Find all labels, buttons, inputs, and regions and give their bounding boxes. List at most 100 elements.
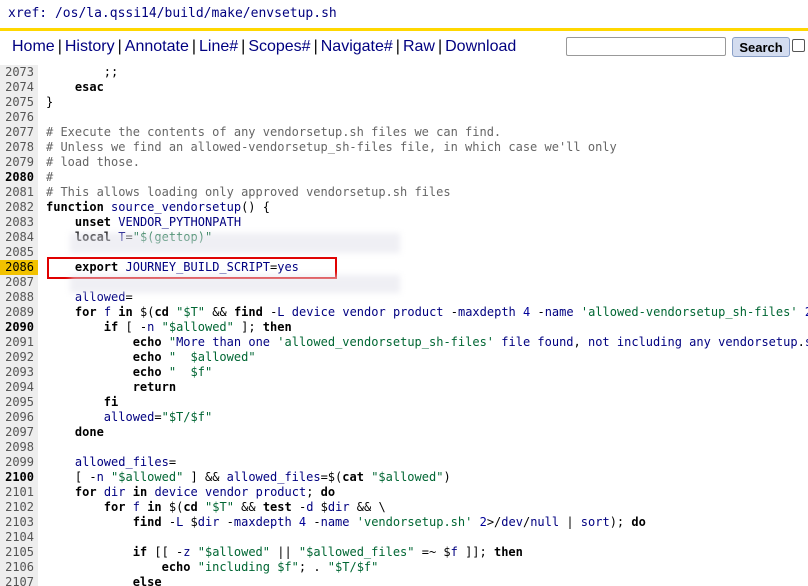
nav-separator: | bbox=[395, 38, 400, 55]
code-text: for f in $(cd "$T" && test -d $dir && \ bbox=[103, 500, 386, 514]
line-number[interactable]: 2092 bbox=[0, 350, 38, 365]
line-number[interactable]: 2074 bbox=[0, 80, 38, 95]
code-text: return bbox=[132, 380, 177, 394]
line-number[interactable]: 2075 bbox=[0, 95, 38, 110]
nav-line[interactable]: Line# bbox=[199, 38, 238, 55]
code-line: 2105 if [[ -z "$allowed" || "$allowed_fi… bbox=[0, 545, 808, 560]
line-number[interactable]: 2081 bbox=[0, 185, 38, 200]
code-line: 2096 allowed="$T/$f" bbox=[0, 410, 808, 425]
code-text: unset VENDOR_PYTHONPATH bbox=[74, 215, 242, 229]
line-number[interactable]: 2087 bbox=[0, 275, 38, 290]
code-line: 2097 done bbox=[0, 425, 808, 440]
code-line: 2102 for f in $(cd "$T" && test -d $dir … bbox=[0, 500, 808, 515]
code-text: # Execute the contents of any vendorsetu… bbox=[46, 125, 502, 139]
line-number[interactable]: 2095 bbox=[0, 395, 38, 410]
line-number[interactable]: 2083 bbox=[0, 215, 38, 230]
code-line: 2081 # This allows loading only approved … bbox=[0, 185, 808, 200]
line-number[interactable]: 2099 bbox=[0, 455, 38, 470]
code-text: if [ -n "$allowed" ]; then bbox=[103, 320, 292, 334]
code-text: allowed_files= bbox=[74, 455, 177, 469]
code-line: 2087 bbox=[0, 275, 808, 290]
code-line: 2088 allowed= bbox=[0, 290, 808, 305]
code-text: function source_vendorsetup() { bbox=[46, 200, 270, 214]
code-text: allowed="$T/$f" bbox=[103, 410, 213, 424]
line-number[interactable]: 2094 bbox=[0, 380, 38, 395]
nav-annotate[interactable]: Annotate bbox=[125, 38, 189, 55]
search-input[interactable] bbox=[566, 37, 726, 56]
code-line: 2073 ;; bbox=[0, 65, 808, 80]
nav-history[interactable]: History bbox=[65, 38, 115, 55]
nav-download[interactable]: Download bbox=[445, 38, 516, 55]
code-line: 2082 function source_vendorsetup() { bbox=[0, 200, 808, 215]
line-number[interactable]: 2100 bbox=[0, 470, 38, 485]
breadcrumb-path[interactable]: /os/la.qssi14/build/make/envsetup.sh bbox=[55, 6, 337, 21]
code-text: if [[ -z "$allowed" || "$allowed_files" … bbox=[132, 545, 523, 559]
code-line: 2091 echo "More than one 'allowed_vendor… bbox=[0, 335, 808, 350]
line-number[interactable]: 2084 bbox=[0, 230, 38, 245]
nav-navigate[interactable]: Navigate# bbox=[321, 38, 393, 55]
code-line: 2101 for dir in device vendor product; d… bbox=[0, 485, 808, 500]
code-text: find -L $dir -maxdepth 4 -name 'vendorse… bbox=[132, 515, 646, 529]
nav-bar: Home | History | Annotate | Line# | Scopes# | Navi… bbox=[0, 31, 808, 62]
code-line: 2103 find -L $dir -maxdepth 4 -name 'ven… bbox=[0, 515, 808, 530]
search-checkbox[interactable] bbox=[792, 39, 805, 52]
line-number[interactable]: 2078 bbox=[0, 140, 38, 155]
code-line: 2083 unset VENDOR_PYTHONPATH bbox=[0, 215, 808, 230]
code-line: 2080 # bbox=[0, 170, 808, 185]
code-line: 2078 # Unless we find an allowed-vendorse… bbox=[0, 140, 808, 155]
nav-home[interactable]: Home bbox=[12, 38, 55, 55]
code-text: fi bbox=[103, 395, 119, 409]
code-line: 2086 export JOURNEY_BUILD_SCRIPT=yes bbox=[0, 260, 808, 275]
code-text: # This allows loading only approved vend… bbox=[46, 185, 451, 199]
code-line: 2094 return bbox=[0, 380, 808, 395]
line-number[interactable]: 2085 bbox=[0, 245, 38, 260]
code-text: echo "More than one 'allowed_vendorsetup… bbox=[132, 335, 808, 349]
line-number[interactable]: 2088 bbox=[0, 290, 38, 305]
line-number[interactable]: 2080 bbox=[0, 170, 38, 185]
code-line: 2098 bbox=[0, 440, 808, 455]
line-number[interactable]: 2106 bbox=[0, 560, 38, 575]
line-number[interactable]: 2089 bbox=[0, 305, 38, 320]
code-line: 2107 else bbox=[0, 575, 808, 586]
line-number[interactable]: 2103 bbox=[0, 515, 38, 530]
breadcrumb-prefix: xref: bbox=[8, 6, 55, 21]
code-text: } bbox=[46, 95, 54, 109]
search-button[interactable]: Search bbox=[732, 37, 790, 57]
code-line: 2095 fi bbox=[0, 395, 808, 410]
line-number[interactable]: 2090 bbox=[0, 320, 38, 335]
line-number[interactable]: 2082 bbox=[0, 200, 38, 215]
line-number[interactable]: 2086 bbox=[0, 260, 38, 275]
code-line: 2077 # Execute the contents of any vendor… bbox=[0, 125, 808, 140]
code-text: ;; bbox=[46, 65, 119, 79]
code-line: 2074 esac bbox=[0, 80, 808, 95]
code-text: for dir in device vendor product; do bbox=[74, 485, 336, 499]
nav-raw[interactable]: Raw bbox=[403, 38, 435, 55]
nav-separator: | bbox=[241, 38, 246, 55]
code-line: 2104 bbox=[0, 530, 808, 545]
code-text: allowed= bbox=[74, 290, 133, 304]
nav-separator: | bbox=[313, 38, 318, 55]
code-text: # load those. bbox=[46, 155, 140, 169]
line-number[interactable]: 2079 bbox=[0, 155, 38, 170]
code-text: [ -n "$allowed" ] && allowed_files=$(cat… bbox=[46, 470, 451, 484]
line-number[interactable]: 2096 bbox=[0, 410, 38, 425]
line-number[interactable]: 2093 bbox=[0, 365, 38, 380]
code-line: 2089 for f in $(cd "$T" && find -L devic… bbox=[0, 305, 808, 320]
nav-scopes[interactable]: Scopes# bbox=[248, 38, 310, 55]
line-number[interactable]: 2104 bbox=[0, 530, 38, 545]
line-number[interactable]: 2091 bbox=[0, 335, 38, 350]
line-number[interactable]: 2097 bbox=[0, 425, 38, 440]
line-number[interactable]: 2077 bbox=[0, 125, 38, 140]
code-text: echo " $f" bbox=[132, 365, 213, 379]
line-number[interactable]: 2101 bbox=[0, 485, 38, 500]
line-number[interactable]: 2105 bbox=[0, 545, 38, 560]
nav-separator: | bbox=[57, 38, 62, 55]
code-line: 2075} bbox=[0, 95, 808, 110]
nav-separator: | bbox=[437, 38, 443, 55]
line-number[interactable]: 2098 bbox=[0, 440, 38, 455]
line-number[interactable]: 2107 bbox=[0, 575, 38, 586]
code-line: 2092 echo " $allowed" bbox=[0, 350, 808, 365]
line-number[interactable]: 2102 bbox=[0, 500, 38, 515]
line-number[interactable]: 2073 bbox=[0, 65, 38, 80]
line-number[interactable]: 2076 bbox=[0, 110, 38, 125]
